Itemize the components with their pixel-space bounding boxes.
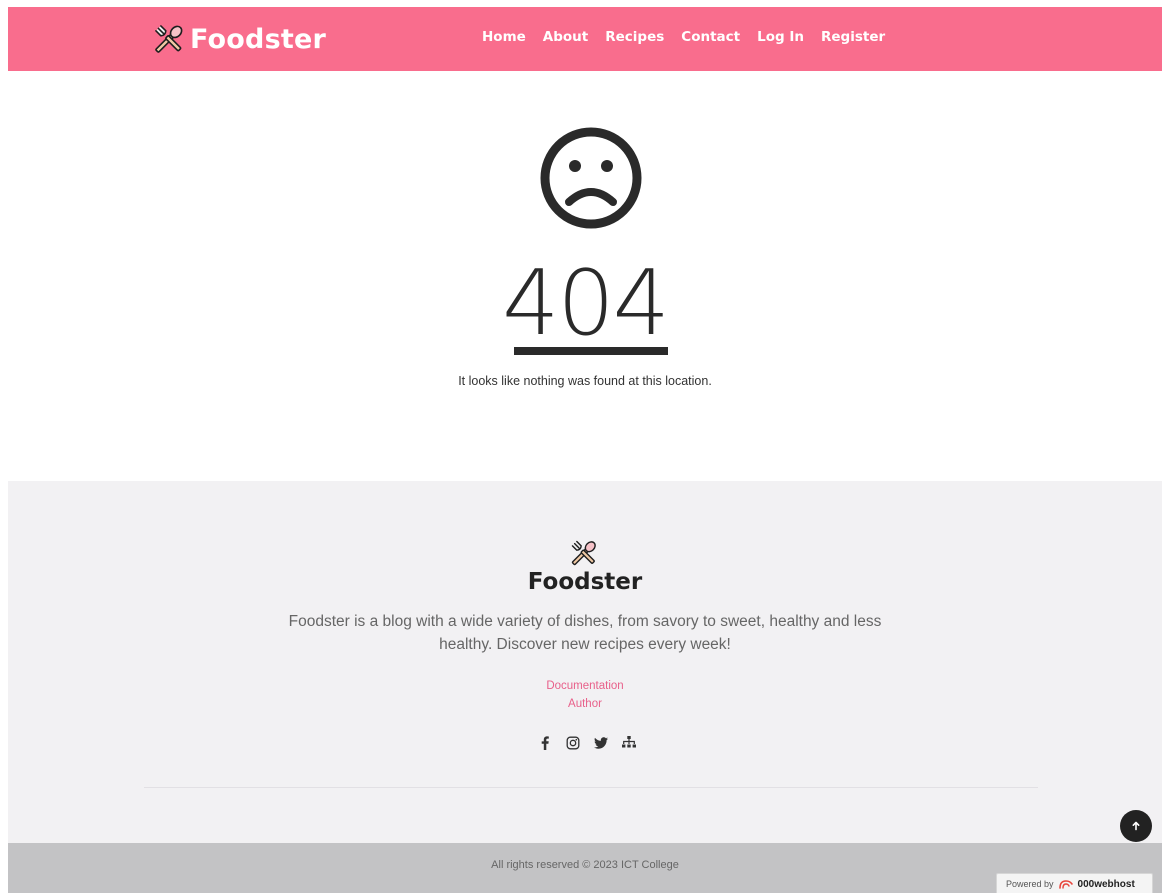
footer-title: Foodster — [527, 569, 643, 595]
nav-contact[interactable]: Contact — [681, 29, 740, 45]
facebook-icon[interactable] — [537, 735, 553, 751]
error-code: 404 — [502, 251, 670, 356]
author-link[interactable]: Author — [8, 698, 1162, 710]
footer-description: Foodster is a blog with a wide variety o… — [288, 613, 882, 653]
arrow-up-icon — [1132, 821, 1140, 831]
documentation-link[interactable]: Documentation — [8, 680, 1162, 692]
nav-recipes[interactable]: Recipes — [605, 29, 664, 45]
sad-face-icon — [540, 127, 642, 229]
copyright-text: All rights reserved © 2023 ICT College — [491, 859, 679, 871]
bottom-bar: All rights reserved © 2023 ICT College P… — [8, 843, 1162, 893]
page: Foodster Home About Recipes Contact Log … — [8, 7, 1162, 893]
site-header: Foodster Home About Recipes Contact Log … — [8, 7, 1162, 71]
brand-logo-link[interactable]: Foodster — [152, 21, 326, 57]
fork-spoon-icon — [571, 540, 596, 566]
twitter-icon[interactable] — [593, 735, 609, 751]
powered-by-brand: 000webhost — [1077, 878, 1135, 890]
nav-register[interactable]: Register — [821, 29, 885, 45]
nav-login[interactable]: Log In — [757, 29, 804, 45]
sitemap-icon[interactable] — [621, 735, 637, 751]
social-links — [537, 735, 637, 751]
webhost-logo-icon — [1058, 880, 1073, 889]
fork-spoon-icon — [155, 25, 183, 53]
error-message: It looks like nothing was found at this … — [458, 374, 712, 388]
powered-by-badge[interactable]: Powered by 000webhost — [996, 873, 1153, 893]
brand-name: Foodster — [190, 23, 326, 55]
error-underline — [514, 347, 668, 355]
footer-divider — [144, 787, 1038, 788]
main-nav: Home About Recipes Contact Log In Regist… — [482, 29, 885, 45]
site-footer: Foodster Foodster is a blog with a wide … — [8, 481, 1162, 843]
powered-by-label: Powered by — [1006, 879, 1054, 889]
nav-home[interactable]: Home — [482, 29, 526, 45]
instagram-icon[interactable] — [565, 735, 581, 751]
scroll-to-top-button[interactable] — [1120, 810, 1152, 842]
nav-about[interactable]: About — [543, 29, 588, 45]
